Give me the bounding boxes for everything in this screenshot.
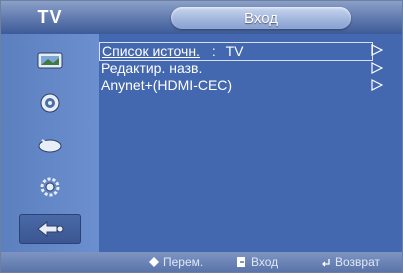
channel-icon [38,139,62,153]
hint-move: Перем. [149,252,203,272]
menu-title: Вход [171,7,351,29]
setup-icon [40,177,60,197]
move-diamond-icon [149,257,159,267]
hint-return: Возврат [321,252,380,272]
arrow-right-icon [371,62,383,74]
sidebar [1,34,99,252]
menu-item-value: TV [225,43,244,59]
picture-icon [37,52,63,69]
menu-item-label: Редактир. назв. [101,60,203,76]
sidebar-item-input[interactable] [19,214,81,244]
footer-bar: Перем. Вход Возврат [1,252,402,272]
arrow-right-icon [371,79,383,91]
sound-icon [40,93,60,113]
menu-item-anynet[interactable]: Anynet+(HDMI-CEC) [99,77,367,94]
menu-content: Список источн. : TV Редактир. назв. Anyn… [99,34,402,252]
enter-icon [237,256,245,267]
section-label: TV [37,7,63,27]
hint-return-label: Возврат [335,255,380,269]
menu-item-label: Anynet+(HDMI-CEC) [101,77,233,93]
arrow-right-icon [371,44,383,56]
sidebar-item-sound[interactable] [19,88,81,118]
hint-move-label: Перем. [163,255,204,269]
menu-item-label: Список источн. [102,43,200,59]
sidebar-item-channel[interactable] [19,130,81,160]
return-icon [322,259,330,267]
sidebar-item-setup[interactable] [19,172,81,202]
menu-item-edit-name[interactable]: Редактир. назв. [99,60,367,77]
hint-enter-label: Вход [251,255,279,269]
sidebar-item-picture[interactable] [19,46,81,76]
tv-osd-menu: TV Вход Список источн.: TV Редактир. на… [0,0,403,273]
menu-item-source-list[interactable]: Список источн. : TV [99,42,373,61]
header-bar: TV Вход [1,1,402,34]
input-icon [37,220,64,238]
hint-enter: Вход [237,252,278,272]
menu-item-separator: : [211,43,216,59]
